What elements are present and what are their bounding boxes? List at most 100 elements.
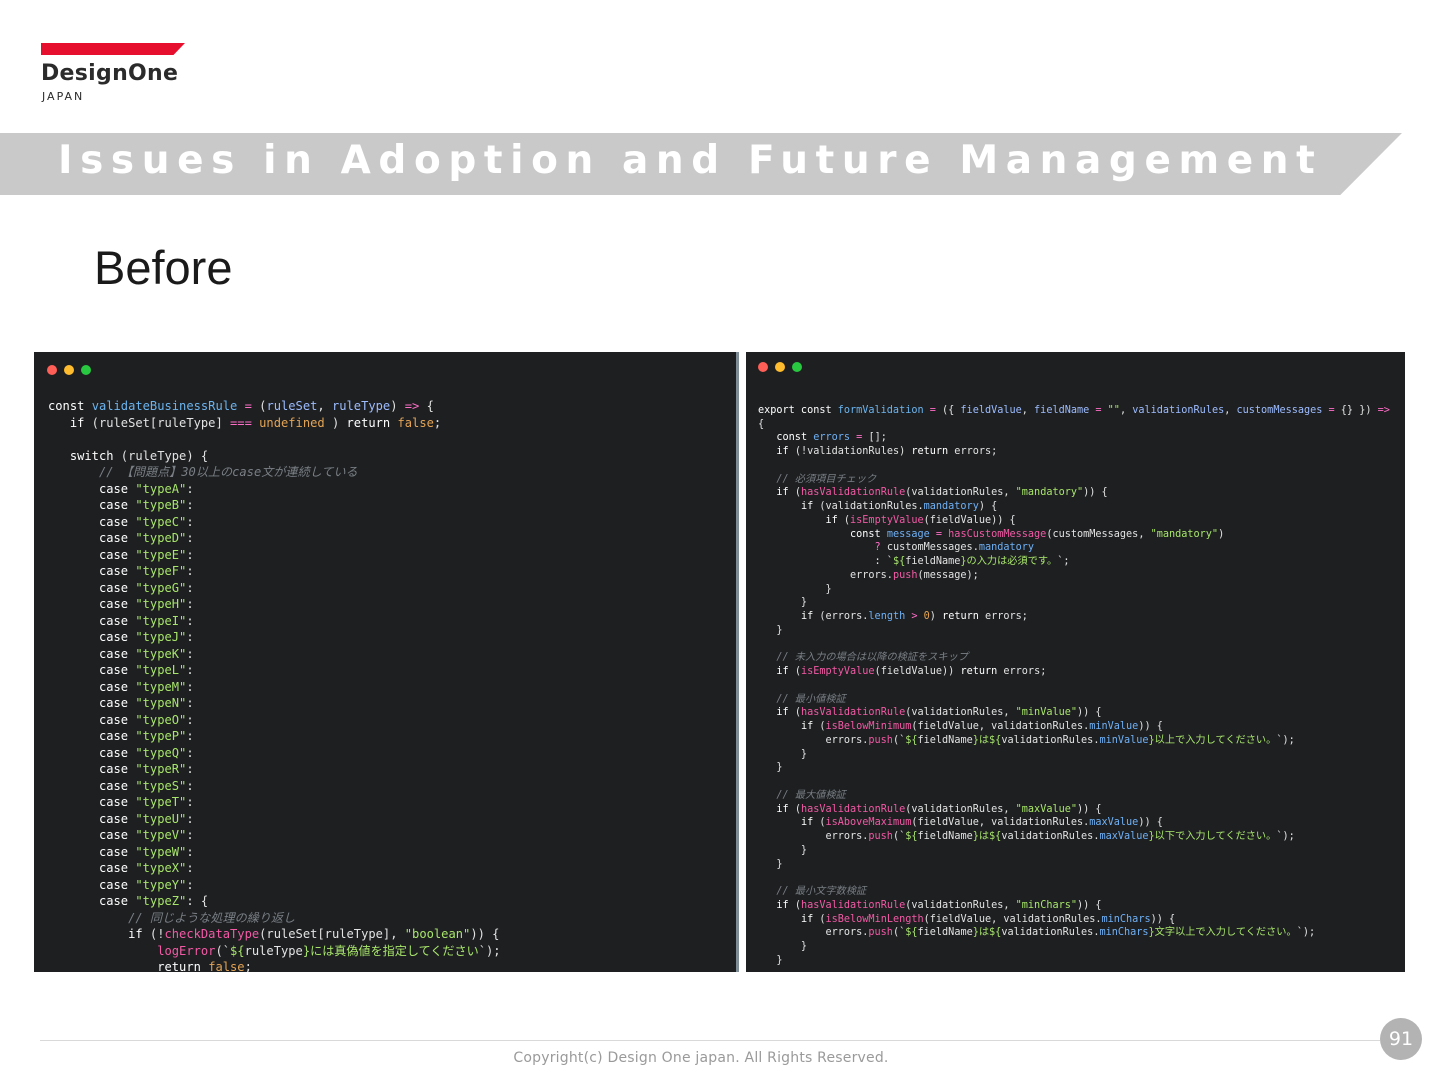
code-token: { xyxy=(758,418,765,430)
code-token: , xyxy=(1119,404,1133,416)
code-token: "" xyxy=(1107,404,1120,416)
code-token: []; xyxy=(868,432,887,444)
code-token: undefined xyxy=(259,415,325,430)
code-token: "typeH" xyxy=(135,597,187,611)
code-token: hasValidationRule xyxy=(800,899,906,911)
code-token: case xyxy=(98,564,129,578)
close-dot-icon xyxy=(47,365,57,375)
code-token: // 【問題点】30以上のcase文が連続している xyxy=(98,465,358,479)
code-line: case "typeN": xyxy=(48,695,501,712)
code-line: case "typeT": xyxy=(48,794,501,811)
code-line: errors.push(`${fieldName}は${validationRu… xyxy=(758,926,1390,940)
code-token: "typeT" xyxy=(135,795,187,809)
code-token: } xyxy=(758,748,808,760)
code-token: (` xyxy=(892,927,906,939)
code-token: "typeC" xyxy=(135,514,187,529)
code-token: case xyxy=(98,795,129,809)
code-line: case "typeE": xyxy=(48,547,501,564)
code-block-right: export const formValidation = ({ fieldVa… xyxy=(758,390,1390,968)
code-token: ( xyxy=(813,721,826,732)
code-token: : xyxy=(186,729,194,743)
code-token: : { xyxy=(186,894,209,908)
code-line: case "typeQ": xyxy=(48,745,501,762)
panel-divider xyxy=(734,352,746,972)
code-token: "mandatory" xyxy=(1150,528,1219,540)
code-line: if (isBelowMinimum(fieldValue, validatio… xyxy=(758,720,1390,734)
code-token: : xyxy=(186,762,194,776)
code-token: checkDataType xyxy=(164,927,260,941)
code-token: if xyxy=(800,817,814,829)
code-token: "typeR" xyxy=(135,762,187,776)
code-token: hasValidationRule xyxy=(800,707,906,719)
code-token: errors. xyxy=(758,927,869,939)
code-line: // 同じような処理の繰り返し xyxy=(48,910,501,927)
code-token: "typeO" xyxy=(135,712,187,727)
code-token: (! xyxy=(142,927,165,941)
code-token: case xyxy=(98,762,129,776)
code-token: "typeD" xyxy=(135,531,187,545)
logo-red-bar xyxy=(41,43,185,55)
code-token: case xyxy=(98,531,129,545)
code-line: } xyxy=(758,583,1390,597)
code-token: if xyxy=(776,446,789,457)
code-token: (message); xyxy=(917,569,979,581)
code-token: (` xyxy=(892,734,906,746)
code-line: // 最大値検証 xyxy=(758,789,1390,803)
code-token: : xyxy=(186,828,194,842)
code-token: return xyxy=(911,446,949,457)
code-token: validationRules xyxy=(1132,404,1225,416)
code-token: case xyxy=(98,844,129,859)
code-token: case xyxy=(98,597,129,611)
code-token: if xyxy=(776,707,789,719)
code-token: // 同じような処理の繰り返し xyxy=(128,910,296,925)
code-token: errors; xyxy=(997,666,1047,677)
code-line: return false; xyxy=(48,959,501,972)
code-token: ${ xyxy=(892,556,906,567)
code-line: case "typeP": xyxy=(48,728,501,745)
code-token: )) { xyxy=(1138,817,1163,829)
code-token: = xyxy=(923,404,943,416)
code-line: case "typeD": xyxy=(48,530,501,547)
code-token: }は${ xyxy=(972,927,1002,939)
code-token: minChars xyxy=(1101,913,1151,925)
code-token: (fieldValue, validationRules. xyxy=(911,721,1090,732)
code-token: push xyxy=(892,569,918,581)
code-token: case xyxy=(98,663,129,677)
code-token: errors. xyxy=(758,831,869,842)
code-line: case "typeO": xyxy=(48,712,501,729)
code-line: } xyxy=(758,954,1390,968)
code-token: errors; xyxy=(948,446,998,457)
code-token: : xyxy=(186,547,194,562)
code-token: minValue xyxy=(1089,721,1139,732)
code-token: )) { xyxy=(1077,899,1102,911)
code-token: "minChars" xyxy=(1015,899,1077,911)
code-token: ruleType xyxy=(244,943,303,958)
logo-name: DesignOne xyxy=(41,61,179,86)
code-token: : ` xyxy=(758,556,893,567)
code-line: case "typeB": xyxy=(48,497,501,514)
code-token: ({ xyxy=(942,404,961,416)
footer-divider xyxy=(40,1040,1380,1041)
code-token: } xyxy=(758,844,808,856)
code-token: ${ xyxy=(905,927,918,939)
code-line: if (isBelowMinLength(fieldValue, validat… xyxy=(758,913,1390,927)
code-token: errors; xyxy=(978,611,1028,622)
code-token: = xyxy=(850,432,869,444)
code-token: ( xyxy=(788,666,801,677)
